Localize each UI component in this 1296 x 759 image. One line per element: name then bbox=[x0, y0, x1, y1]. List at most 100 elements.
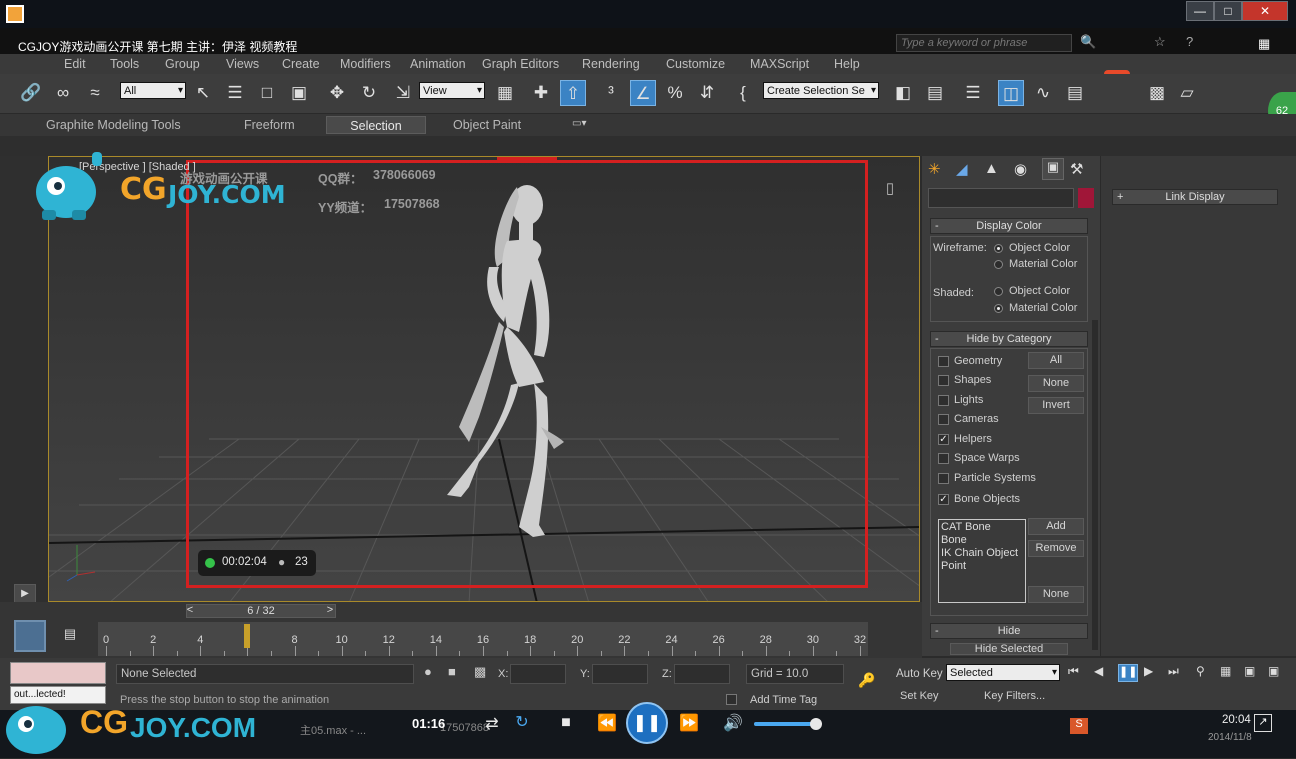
menu-edit[interactable]: Edit bbox=[64, 57, 86, 71]
keyboard-shortcut-icon[interactable]: ⇧ bbox=[560, 80, 586, 106]
tab-graphite-modeling-tools[interactable]: Graphite Modeling Tools bbox=[38, 116, 189, 134]
set-key-button[interactable]: Set Key bbox=[900, 690, 939, 702]
percent-snap-icon[interactable]: % bbox=[662, 80, 688, 106]
object-name-field[interactable] bbox=[928, 188, 1074, 208]
curve-editor-icon[interactable]: ∿ bbox=[1030, 80, 1056, 106]
hide-selected-button[interactable]: Hide Selected bbox=[950, 643, 1068, 655]
perspective-viewport[interactable]: [Perspective ] [Shaded ] ▯ bbox=[48, 156, 920, 602]
tab-selection[interactable]: Selection bbox=[326, 116, 426, 134]
shapes-checkbox[interactable] bbox=[938, 375, 949, 386]
go-to-end-icon[interactable]: ⏭ bbox=[1168, 664, 1186, 682]
time-slider[interactable]: < 6 / 32 > bbox=[186, 604, 336, 618]
menu-graph-editors[interactable]: Graph Editors bbox=[482, 57, 559, 71]
menu-create[interactable]: Create bbox=[282, 57, 320, 71]
named-selection-icon[interactable]: { bbox=[730, 80, 756, 106]
scale-icon[interactable]: ⇲ bbox=[390, 80, 416, 106]
taskbar-file[interactable]: 主05.max - ... bbox=[300, 722, 366, 738]
select-object-icon[interactable]: ↖ bbox=[190, 80, 216, 106]
utilities-tab-icon[interactable]: ⚒ bbox=[1070, 160, 1088, 178]
expand-icon[interactable]: ▶ bbox=[14, 584, 36, 604]
maxscript-listener-field[interactable] bbox=[10, 662, 106, 684]
minimize-button[interactable]: — bbox=[1186, 1, 1214, 21]
pause-button[interactable]: ❚❚ bbox=[626, 702, 668, 744]
maximize-button[interactable]: □ bbox=[1214, 1, 1242, 21]
time-next-button[interactable]: > bbox=[323, 604, 337, 618]
angle-snap-icon[interactable]: ∠ bbox=[630, 80, 656, 106]
mirror-icon[interactable]: ◧ bbox=[890, 80, 916, 106]
cameras-checkbox[interactable] bbox=[938, 414, 949, 425]
add-button[interactable]: Add bbox=[1028, 518, 1084, 535]
absolute-mode-icon[interactable]: ▩ bbox=[474, 664, 490, 684]
rollup-display-color[interactable]: - Display Color bbox=[930, 218, 1088, 234]
hide-none-button[interactable]: None bbox=[1028, 375, 1084, 392]
list-item[interactable]: CAT Bone bbox=[941, 521, 1023, 534]
search-icon[interactable]: 🔍 bbox=[1080, 34, 1096, 52]
menu-views[interactable]: Views bbox=[226, 57, 259, 71]
reference-coord-dropdown[interactable]: View bbox=[419, 82, 485, 99]
modify-tab-icon[interactable]: ◢ bbox=[956, 160, 974, 178]
select-by-name-icon[interactable]: ☰ bbox=[222, 80, 248, 106]
particle-systems-checkbox[interactable] bbox=[938, 473, 949, 484]
shuffle-icon[interactable]: ⇄ bbox=[482, 714, 502, 734]
menu-maxscript[interactable]: MAXScript bbox=[750, 57, 809, 71]
current-frame-marker[interactable] bbox=[244, 624, 251, 648]
menu-help[interactable]: Help bbox=[834, 57, 860, 71]
menu-modifiers[interactable]: Modifiers bbox=[340, 57, 391, 71]
help-icon[interactable]: ? bbox=[1186, 34, 1202, 52]
previous-frame-icon[interactable]: ◀ bbox=[1094, 664, 1112, 682]
schematic-view-icon[interactable]: ▤ bbox=[1062, 80, 1088, 106]
helpers-checkbox[interactable]: ✓ bbox=[938, 434, 949, 445]
hide-all-button[interactable]: All bbox=[1028, 352, 1084, 369]
timeline-ruler[interactable]: 02468101214161820222426283032 bbox=[98, 622, 868, 656]
spinner-snap-icon[interactable]: ⇵ bbox=[694, 80, 720, 106]
command-panel-scrollbar[interactable] bbox=[1092, 320, 1098, 650]
menu-group[interactable]: Group bbox=[165, 57, 200, 71]
display-tab-icon[interactable]: ▣ bbox=[1042, 158, 1064, 180]
next-frame-icon[interactable]: ▶ bbox=[1144, 664, 1162, 682]
hide-invert-button[interactable]: Invert bbox=[1028, 397, 1084, 414]
shaded-material-color-radio[interactable] bbox=[994, 304, 1003, 313]
geometry-checkbox[interactable] bbox=[938, 356, 949, 367]
rollup-link-display[interactable]: + Link Display bbox=[1112, 189, 1278, 205]
tab-object-paint[interactable]: Object Paint bbox=[445, 116, 529, 134]
list-none-button[interactable]: None bbox=[1028, 586, 1084, 603]
mini-curve-editor-icon[interactable] bbox=[14, 620, 46, 652]
snaps-toggle-icon[interactable]: ³ bbox=[598, 80, 624, 106]
list-item[interactable]: Bone bbox=[941, 534, 1023, 547]
ribbon-options-icon[interactable]: ▭▾ bbox=[572, 118, 592, 132]
shaded-object-color-radio[interactable] bbox=[994, 287, 1003, 296]
rollup-hide[interactable]: - Hide bbox=[930, 623, 1088, 639]
zoom-extents-all-icon[interactable]: ▣ bbox=[1268, 664, 1286, 682]
tab-freeform[interactable]: Freeform bbox=[236, 116, 303, 134]
selection-filter-dropdown[interactable]: All bbox=[120, 82, 186, 99]
repeat-icon[interactable]: ↻ bbox=[512, 712, 532, 732]
motion-tab-icon[interactable]: ◉ bbox=[1014, 160, 1032, 178]
rewind-icon[interactable]: ⏪ bbox=[594, 713, 620, 733]
add-time-tag-checkbox[interactable] bbox=[726, 694, 737, 705]
tray-ime-icon[interactable]: S bbox=[1070, 718, 1088, 734]
key-selection-dropdown[interactable]: Selected bbox=[946, 664, 1060, 681]
render-setup-icon[interactable]: ▩ bbox=[1144, 80, 1170, 106]
menu-customize[interactable]: Customize bbox=[666, 57, 725, 71]
search-input[interactable]: Type a keyword or phrase bbox=[896, 34, 1072, 52]
key-filters-button[interactable]: Key Filters... bbox=[984, 690, 1045, 702]
bind-spacewarp-icon[interactable]: ≈ bbox=[82, 80, 108, 106]
align-icon[interactable]: ▤ bbox=[922, 80, 948, 106]
lock-icon[interactable]: ■ bbox=[448, 664, 462, 684]
x-coord-field[interactable] bbox=[510, 664, 566, 684]
window-crossing-icon[interactable]: ▣ bbox=[286, 80, 312, 106]
set-key-icon[interactable]: 🔑 bbox=[858, 672, 882, 688]
add-time-tag-label[interactable]: Add Time Tag bbox=[750, 694, 817, 706]
auto-key-button[interactable]: Auto Key bbox=[896, 668, 943, 680]
volume-icon[interactable]: 🔊 bbox=[722, 713, 744, 733]
list-item[interactable]: IK Chain Object bbox=[941, 547, 1023, 560]
link-icon[interactable]: 🔗 bbox=[18, 80, 44, 106]
zoom-extents-icon[interactable]: ▣ bbox=[1244, 664, 1262, 682]
pivot-icon[interactable]: ▦ bbox=[492, 80, 518, 106]
close-button[interactable]: ✕ bbox=[1242, 1, 1288, 21]
grid-icon[interactable]: ▦ bbox=[1258, 36, 1276, 52]
y-coord-field[interactable] bbox=[592, 664, 648, 684]
scene-explorer-icon[interactable]: ◫ bbox=[998, 80, 1024, 106]
list-item[interactable]: Point bbox=[941, 560, 1023, 573]
hierarchy-tab-icon[interactable]: ▲ bbox=[984, 160, 1002, 178]
